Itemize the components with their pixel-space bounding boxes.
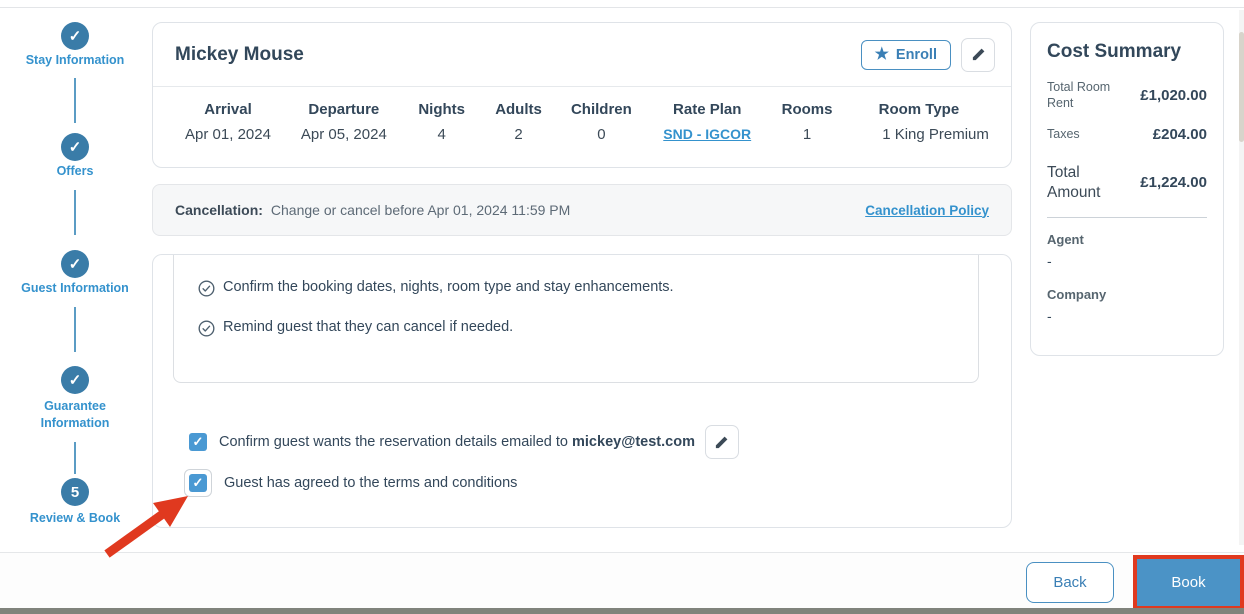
check-circle-icon [198,280,215,297]
table-col-adults: Adults 2 [484,101,554,143]
email-confirmation-row: Confirm guest wants the reservation deta… [189,425,739,459]
cell-children: 0 [597,126,606,143]
scrollbar-thumb[interactable] [1239,32,1244,142]
page-scrollbar[interactable] [1239,10,1244,545]
book-button[interactable]: Book [1137,559,1240,606]
agent-value: - [1047,252,1052,269]
step-connector [74,442,76,474]
table-col-arrival: Arrival Apr 01, 2024 [175,101,281,143]
pencil-icon [972,48,984,61]
enroll-label: Enroll [895,46,937,63]
pencil-icon [716,436,728,448]
step-check-icon: ✓ [61,133,89,161]
cell-adults: 2 [514,126,523,143]
column-header: Nights [418,101,466,118]
review-card: Confirm the booking dates, nights, room … [152,254,1012,528]
cancellation-policy-link[interactable]: Cancellation Policy [865,203,989,218]
sidebar-item-offers[interactable]: Offers [0,163,150,180]
terms-checkbox[interactable] [189,474,207,492]
cell-arrival: Apr 01, 2024 [185,126,271,143]
step-check-icon: ✓ [61,22,89,50]
table-col-departure: Departure Apr 05, 2024 [288,101,400,143]
enroll-button[interactable]: ★ Enroll [860,39,951,70]
booking-details-table: Arrival Apr 01, 2024 Departure Apr 05, 2… [153,87,1011,143]
terms-confirmation-row: Guest has agreed to the terms and condit… [184,469,517,497]
edit-email-button[interactable] [704,425,739,459]
email-confirmation-prefix: Confirm guest wants the reservation deta… [219,434,568,450]
sidebar-item-review-book[interactable]: Review & Book [0,510,150,527]
step-connector [74,190,76,235]
sidebar-item-guest-information[interactable]: Guest Information [0,280,150,297]
column-header: Room Type [878,101,960,118]
cell-room-type: 1 King Premium [882,126,989,143]
column-header: Departure [308,101,380,118]
company-value: - [1047,307,1052,324]
step-connector [74,78,76,123]
column-header: Arrival [204,101,252,118]
column-header: Children [570,101,632,118]
company-label: Company [1047,286,1107,302]
cancellation-banner: Cancellation: Change or cancel before Ap… [152,184,1012,236]
terms-text: Guest has agreed to the terms and condit… [224,475,518,491]
cancellation-label: Cancellation: [175,202,263,218]
script-item: Confirm the booking dates, nights, room … [198,279,954,297]
step-number-badge: 5 [61,478,89,506]
agent-label: Agent [1047,231,1084,247]
guest-header: Mickey Mouse ★ Enroll [153,23,1011,87]
table-col-children: Children 0 [560,101,642,143]
step-check-icon: ✓ [61,366,89,394]
email-confirmation-text: Confirm guest wants the reservation deta… [219,434,695,450]
window-bottom-edge [0,608,1244,614]
column-header: Rate Plan [673,101,742,118]
column-header: Adults [495,101,542,118]
cost-value: £1,020.00 [1140,86,1207,104]
column-header: Rooms [781,101,833,118]
cost-row-room-rent: Total Room Rent £1,020.00 [1047,79,1207,112]
table-col-nights: Nights 4 [407,101,477,143]
table-col-room-type: Room Type 1 King Premium [849,101,989,143]
star-icon: ★ [874,45,889,63]
script-item: Remind guest that they can cancel if nee… [198,319,954,337]
booking-stepper: ✓ Stay Information ✓ Offers ✓ Guest Info… [0,0,150,545]
cell-departure: Apr 05, 2024 [300,126,387,143]
guest-summary-card: Mickey Mouse ★ Enroll Arrival Apr 01, 20… [152,22,1012,168]
sidebar-item-stay-information[interactable]: Stay Information [0,52,150,69]
cost-row-taxes: Taxes £204.00 [1047,126,1207,143]
step-connector [74,307,76,352]
check-circle-icon [198,320,215,337]
cost-summary-title: Cost Summary [1047,41,1182,62]
email-confirmation-checkbox[interactable] [189,433,207,451]
cell-nights: 4 [437,126,446,143]
cost-label: Total Room Rent [1047,80,1111,111]
cell-rooms: 1 [802,126,812,143]
cost-value: £1,224.00 [1140,174,1207,192]
cost-row-total-amount: Total Amount £1,224.00 [1047,163,1207,203]
sidebar-item-guarantee-information[interactable]: Guarantee Information [0,398,150,432]
top-divider [0,7,1244,8]
cost-label: Total Amount [1047,163,1101,201]
confirmation-email-address: mickey@test.com [572,434,695,450]
rate-plan-link[interactable]: SND - IGCOR [649,126,765,142]
script-text: Remind guest that they can cancel if nee… [223,319,514,335]
table-col-rate-plan: Rate Plan SND - IGCOR [649,101,765,143]
cost-value: £204.00 [1152,125,1207,143]
script-text: Confirm the booking dates, nights, room … [223,279,674,295]
edit-guest-button[interactable] [961,37,995,72]
table-col-rooms: Rooms 1 [772,101,842,143]
cancellation-text: Change or cancel before Apr 01, 2024 11:… [270,202,571,218]
cost-label: Taxes [1047,126,1080,141]
cost-divider [1047,216,1207,218]
step-check-icon: ✓ [61,250,89,278]
agent-script-box: Confirm the booking dates, nights, room … [173,255,979,383]
guest-name: Mickey Mouse [175,43,304,65]
back-button[interactable]: Back [1026,562,1114,603]
checkbox-focus-ring [184,469,212,497]
cost-summary-panel: Cost Summary Total Room Rent £1,020.00 T… [1030,22,1224,356]
